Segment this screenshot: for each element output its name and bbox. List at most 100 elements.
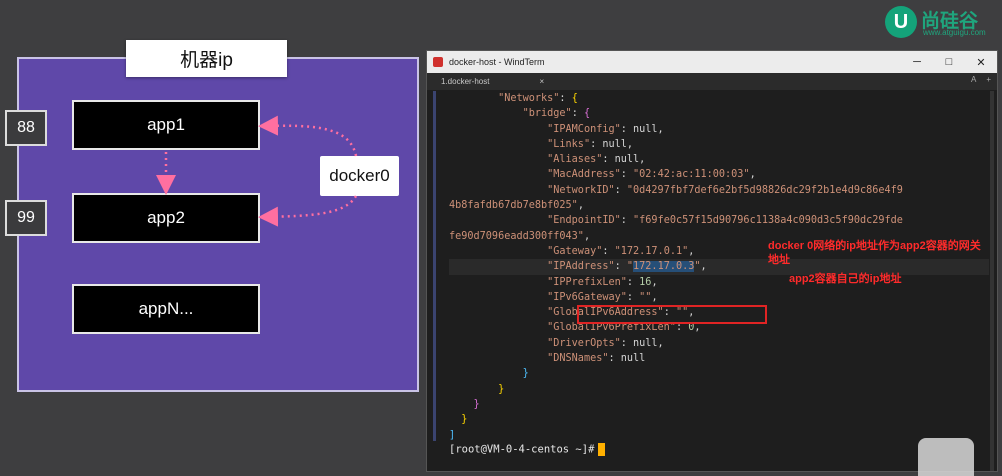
code-line: "bridge": { <box>449 106 989 121</box>
code-line: "DNSNames": null <box>449 351 989 366</box>
code-line: } <box>449 382 989 397</box>
code-token: "Networks" <box>498 93 560 104</box>
code-token: "172.17.0.1" <box>614 245 689 257</box>
code-token: , <box>688 245 695 257</box>
arrow-docker0-to-app2 <box>258 195 358 227</box>
code-token: : <box>559 93 572 104</box>
code-token: "0d4297fbf7def6e2bf5d98826dc29f2b1e4d9c8… <box>626 184 903 196</box>
cursor <box>598 443 606 456</box>
code-line: "Aliases": null, <box>449 152 989 167</box>
gateway-annotation: docker 0网络的ip地址作为app2容器的网关 地址 <box>768 239 981 267</box>
code-line: "EndpointID": "f69fe0c57f15d90796c1138a4… <box>449 213 989 228</box>
code-token: ] <box>449 429 456 441</box>
scrollbar[interactable] <box>990 91 994 471</box>
tab-bar: 1.docker-host × A + <box>427 73 997 90</box>
code-token: , <box>694 322 701 334</box>
code-token: { <box>583 108 591 120</box>
tab-docker-host[interactable]: 1.docker-host × <box>441 77 544 86</box>
code-token: "IPAMConfig" <box>547 123 621 135</box>
code-line: "IPAMConfig": null, <box>449 122 989 137</box>
code-token: 4b8fafdb67db7e8bf025" <box>449 200 578 212</box>
code-token: , <box>651 291 658 303</box>
code-token: "02:42:ac:11:00:03" <box>633 169 750 181</box>
code-token: , <box>577 200 584 212</box>
code-token: , <box>583 230 591 242</box>
diagram-arrows <box>156 115 358 227</box>
code-line: "IPPrefixLen": 16, <box>449 275 989 290</box>
code-token: : null, <box>620 123 664 135</box>
code-line: } <box>449 397 989 412</box>
gateway-annotation-line1: docker 0网络的ip地址作为app2容器的网关 <box>768 240 981 252</box>
window-title: docker-host - WindTerm <box>449 57 545 67</box>
code-token: : <box>602 245 615 257</box>
code-token: : null, <box>620 337 664 349</box>
ip-annotation: app2容器自己的ip地址 <box>789 273 902 285</box>
prompt-text: [root@VM-0-4-centos ~]# <box>449 443 595 456</box>
minimize-button[interactable]: ─ <box>901 51 933 73</box>
code-token: fe90d7096eadd300ff043" <box>449 230 584 242</box>
code-line: "NetworkID": "0d4297fbf7def6e2bf5d98826d… <box>449 183 989 198</box>
code-token: "DriverOpts" <box>547 337 621 349</box>
code-token: "IPAddress" <box>547 261 615 273</box>
code-line: ] <box>449 428 989 443</box>
code-token: : <box>620 169 634 181</box>
brand-logo: U 尚硅谷 www.atguigu.com <box>885 6 1002 40</box>
logo-badge: U <box>885 6 917 38</box>
code-token: : <box>614 261 627 273</box>
code-token: : null, <box>590 138 634 150</box>
code-token: "NetworkID" <box>547 184 615 196</box>
title-bar[interactable]: docker-host - WindTerm ─ □ ✕ <box>427 51 997 73</box>
code-token: "DNSNames" <box>547 353 609 365</box>
arrow-docker0-to-app1 <box>258 115 358 157</box>
fold-gutter <box>433 91 436 441</box>
code-line: "Links": null, <box>449 137 989 152</box>
code-token: } <box>522 368 529 380</box>
code-token: "Gateway" <box>547 245 603 257</box>
tab-close-icon[interactable]: × <box>539 77 544 86</box>
code-token: : null <box>608 353 646 365</box>
ipaddress-highlight-box <box>577 305 767 324</box>
code-line: } <box>449 366 989 381</box>
code-token: "Aliases" <box>547 154 603 166</box>
code-line: "IPv6Gateway": "", <box>449 290 989 305</box>
code-token: : <box>626 291 640 303</box>
code-token: "IPv6Gateway" <box>547 291 627 303</box>
code-token: "bridge" <box>522 108 572 120</box>
code-line: 4b8fafdb67db7e8bf025", <box>449 198 989 213</box>
code-token: : <box>614 184 627 196</box>
code-token: "EndpointID" <box>547 215 621 227</box>
windterm-icon <box>433 57 443 67</box>
code-token: } <box>461 414 468 426</box>
code-token: : null, <box>602 154 646 166</box>
code-token: 16 <box>639 276 652 288</box>
shell-prompt[interactable]: [root@VM-0-4-centos ~]# <box>449 443 606 456</box>
code-token: { <box>571 93 578 104</box>
font-size-icon[interactable]: A <box>971 75 976 84</box>
code-token: , <box>651 276 658 288</box>
code-token: , <box>749 169 756 181</box>
logo-url: www.atguigu.com <box>923 28 986 37</box>
code-token: : <box>620 215 634 227</box>
code-token: "" <box>639 291 652 303</box>
code-token: "MacAddress" <box>547 169 621 181</box>
code-token: : <box>675 322 689 334</box>
maximize-button[interactable]: □ <box>933 51 965 73</box>
code-token: "f69fe0c57f15d90796c1138a4c090d3c5f90dc2… <box>633 215 903 227</box>
code-token: } <box>473 398 480 410</box>
code-token: : <box>571 108 584 120</box>
tab-label: 1.docker-host <box>441 77 490 86</box>
code-token: "GlobalIPv6PrefixLen" <box>547 322 676 334</box>
code-token: "Links" <box>547 138 591 150</box>
code-line: "DriverOpts": null, <box>449 336 989 351</box>
code-token: , <box>700 261 707 273</box>
close-button[interactable]: ✕ <box>965 51 997 73</box>
code-line: "MacAddress": "02:42:ac:11:00:03", <box>449 167 989 182</box>
selected-ip-text: 172.17.0.3 <box>633 261 695 273</box>
code-line: "Networks": { <box>449 91 989 106</box>
code-line: } <box>449 412 989 427</box>
code-token: "IPPrefixLen" <box>547 276 627 288</box>
gateway-annotation-line2: 地址 <box>768 254 790 266</box>
code-token: } <box>498 383 505 395</box>
new-tab-icon[interactable]: + <box>986 75 991 84</box>
code-token: : <box>626 276 640 288</box>
